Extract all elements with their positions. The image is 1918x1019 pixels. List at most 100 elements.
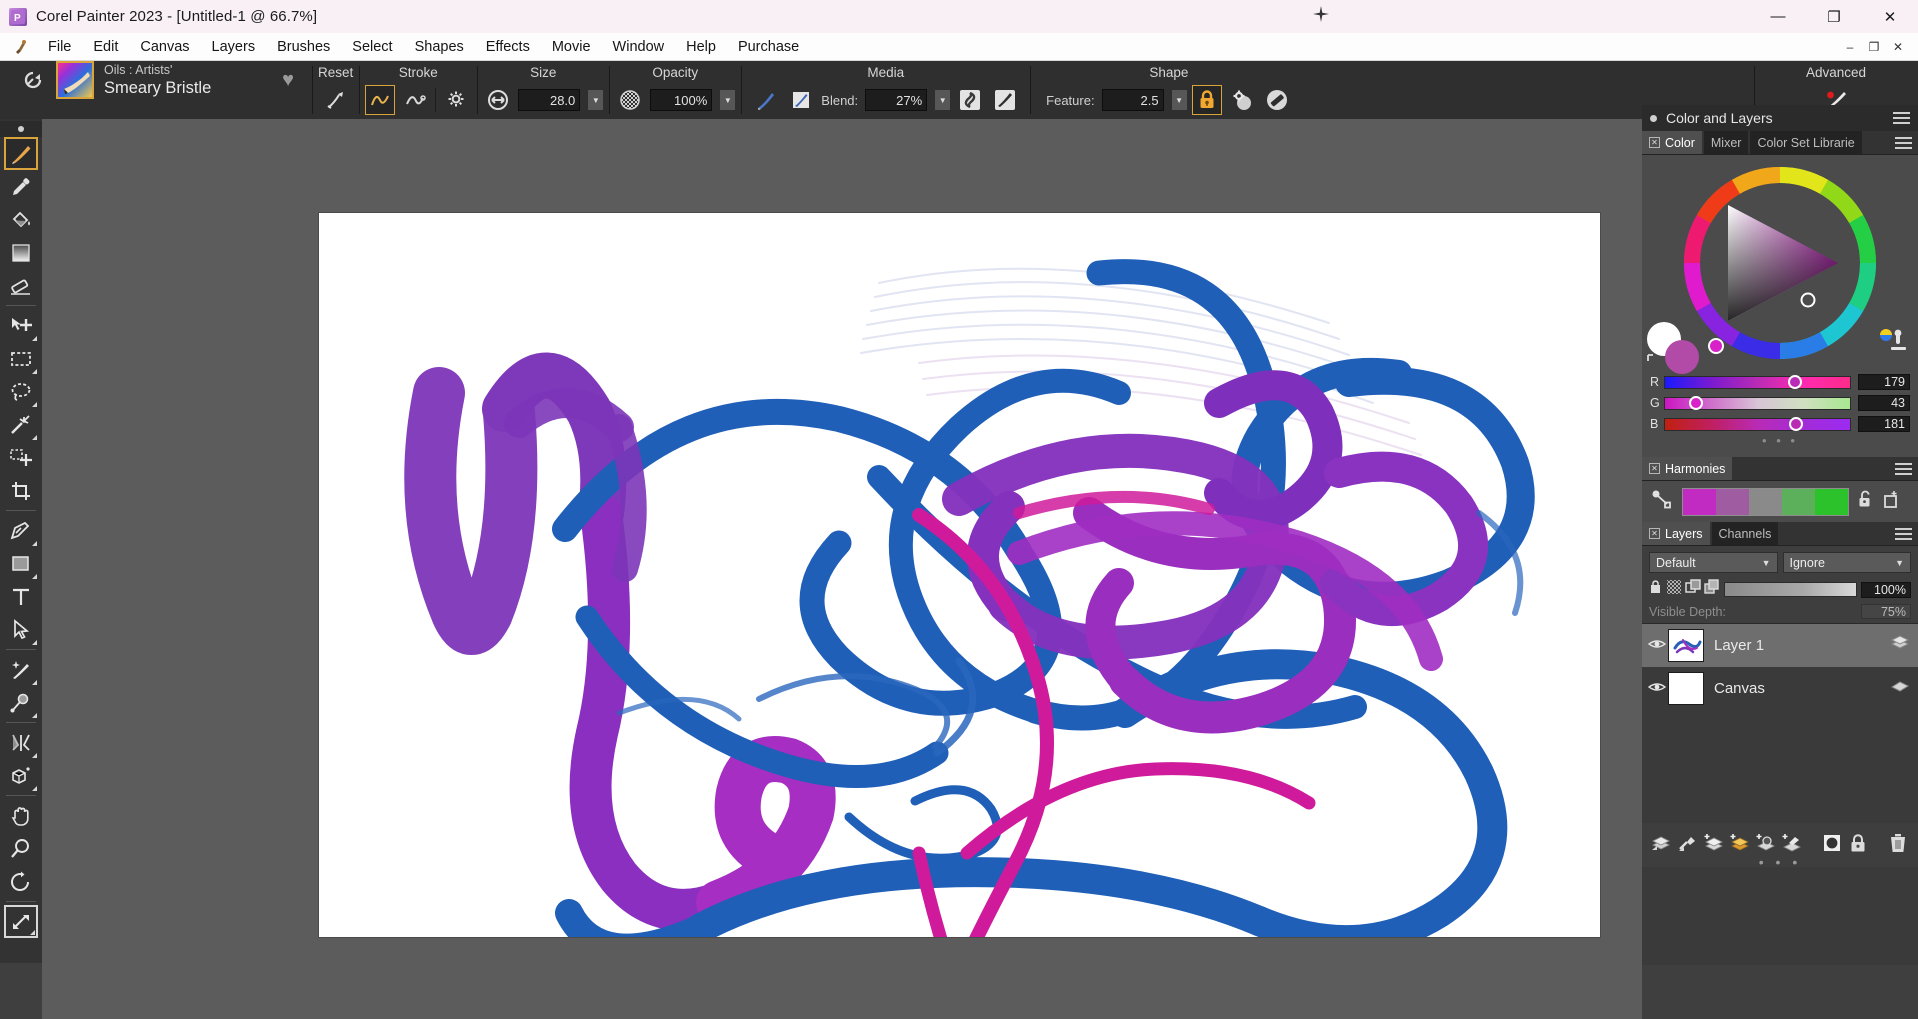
- straight-line-stroke-icon[interactable]: [400, 85, 430, 115]
- clone-source-tool[interactable]: [4, 686, 38, 719]
- menu-help[interactable]: Help: [675, 36, 727, 58]
- workspace[interactable]: [42, 119, 1642, 1019]
- checkbox-x-icon[interactable]: ✕: [1649, 137, 1660, 148]
- rgb-value-b[interactable]: 181: [1858, 416, 1910, 432]
- resaturation-brush-icon[interactable]: [751, 85, 781, 115]
- eraser-icon[interactable]: [1262, 85, 1292, 115]
- new-dynamic-layer-icon[interactable]: [1780, 831, 1804, 855]
- close-button[interactable]: ✕: [1862, 0, 1918, 33]
- lock-transparency-icon[interactable]: [1649, 579, 1663, 600]
- layers-panel-resize-dots[interactable]: • • •: [1642, 857, 1918, 867]
- tab-layers[interactable]: ✕ Layers: [1642, 522, 1710, 545]
- document-close-button[interactable]: ✕: [1886, 37, 1910, 57]
- size-dropdown-chevron-down-icon[interactable]: ▼: [588, 90, 603, 110]
- unlock-icon[interactable]: [1857, 489, 1873, 514]
- tab-color[interactable]: ✕ Color: [1642, 131, 1702, 154]
- text-tool[interactable]: [4, 580, 38, 613]
- flyout-triangle-icon[interactable]: [32, 369, 37, 374]
- cloner-tool[interactable]: [4, 653, 38, 686]
- harmony-swatches[interactable]: [1682, 488, 1849, 516]
- flyout-triangle-icon[interactable]: [32, 713, 37, 718]
- reset-brush-icon[interactable]: [321, 85, 351, 115]
- tab-channels[interactable]: Channels: [1712, 522, 1779, 545]
- tab-mixer[interactable]: Mixer: [1704, 131, 1749, 154]
- flyout-triangle-icon[interactable]: [32, 680, 37, 685]
- menu-movie[interactable]: Movie: [541, 36, 602, 58]
- brush-preview-swatch-icon[interactable]: [56, 61, 94, 99]
- brush-selector[interactable]: Oils : Artists' Smeary Bristle ♥: [6, 61, 306, 99]
- feature-input[interactable]: 2.5: [1102, 89, 1164, 111]
- jitter-swirl-icon[interactable]: [955, 85, 985, 115]
- table-row[interactable]: Canvas: [1642, 667, 1918, 710]
- harmony-swatch-2[interactable]: [1716, 489, 1749, 515]
- tab-harmonies[interactable]: ✕ Harmonies: [1642, 457, 1732, 480]
- flyout-triangle-icon[interactable]: [32, 786, 37, 791]
- checkbox-x-icon[interactable]: ✕: [1649, 463, 1660, 474]
- new-liquid-ink-layer-icon[interactable]: [1754, 831, 1778, 855]
- size-input[interactable]: 28.0: [518, 89, 580, 111]
- eye-icon[interactable]: [1646, 638, 1668, 653]
- menu-edit[interactable]: Edit: [82, 36, 129, 58]
- add-swatch-icon[interactable]: [1881, 489, 1901, 514]
- menu-layers[interactable]: Layers: [201, 36, 267, 58]
- freehand-stroke-icon[interactable]: [365, 85, 395, 115]
- panel-drag-handle-icon[interactable]: [0, 121, 42, 137]
- harmony-swatch-4[interactable]: [1782, 489, 1815, 515]
- menu-effects[interactable]: Effects: [475, 36, 541, 58]
- magnifier-tool[interactable]: [4, 832, 38, 865]
- flyout-triangle-icon[interactable]: [32, 753, 37, 758]
- checkbox-x-icon[interactable]: ✕: [1649, 528, 1660, 539]
- layer-adjuster-tool[interactable]: [4, 309, 38, 342]
- menu-select[interactable]: Select: [341, 36, 403, 58]
- dropper-tool[interactable]: [4, 170, 38, 203]
- minimize-button[interactable]: —: [1750, 0, 1806, 33]
- menu-file[interactable]: File: [37, 36, 82, 58]
- heart-icon[interactable]: ♥: [282, 69, 294, 92]
- paint-bucket-tool[interactable]: [4, 203, 38, 236]
- rgb-knob-g[interactable]: [1689, 396, 1703, 410]
- color-panel-resize-dots[interactable]: • • •: [1650, 436, 1910, 447]
- composite-depth-select[interactable]: Ignore ▼: [1783, 552, 1912, 573]
- rectangular-shape-tool[interactable]: [4, 547, 38, 580]
- flyout-triangle-icon[interactable]: [32, 402, 37, 407]
- eraser-tool[interactable]: [4, 269, 38, 302]
- harmony-swatch-1[interactable]: [1683, 489, 1716, 515]
- pick-up-underlying-color-icon[interactable]: [1685, 579, 1701, 600]
- layer-opacity-value[interactable]: 100%: [1861, 582, 1911, 598]
- blend-input[interactable]: 27%: [865, 89, 927, 111]
- shape-selection-tool[interactable]: [4, 613, 38, 646]
- composite-method-select[interactable]: Default ▼: [1649, 552, 1778, 573]
- selection-adjuster-tool[interactable]: [4, 441, 38, 474]
- grabber-hand-tool[interactable]: [4, 799, 38, 832]
- feature-dropdown-chevron-down-icon[interactable]: ▼: [1172, 90, 1187, 110]
- gradient-tool[interactable]: [4, 236, 38, 269]
- delete-layer-icon[interactable]: [1886, 831, 1910, 855]
- tab-color-set-libraries[interactable]: Color Set Librarie: [1750, 131, 1861, 154]
- sparkle-icon[interactable]: [1312, 5, 1330, 28]
- color-panel-menu-hamburger-menu-icon[interactable]: [1895, 137, 1912, 149]
- dynamic-plugins-icon[interactable]: [1676, 831, 1700, 855]
- lock-layer-icon[interactable]: [1846, 831, 1870, 855]
- harmony-line-node-icon[interactable]: [1650, 487, 1674, 516]
- layer-commands-icon[interactable]: [1650, 831, 1674, 855]
- menu-purchase[interactable]: Purchase: [727, 36, 810, 58]
- layer-name[interactable]: Layer 1: [1714, 637, 1890, 654]
- gear-icon[interactable]: [441, 85, 471, 115]
- lasso-tool[interactable]: [4, 375, 38, 408]
- harmony-swatch-3[interactable]: [1749, 489, 1782, 515]
- brush-reset-circular-arrow-icon[interactable]: [20, 67, 46, 93]
- menu-window[interactable]: Window: [602, 36, 676, 58]
- new-watercolor-layer-icon[interactable]: [1728, 831, 1752, 855]
- brush-tool[interactable]: [4, 137, 38, 170]
- flyout-triangle-icon[interactable]: [32, 574, 37, 579]
- flyout-triangle-icon[interactable]: [30, 930, 35, 935]
- transform-tool[interactable]: [4, 905, 38, 938]
- lock-icon[interactable]: [1192, 85, 1222, 115]
- gear-sphere-icon[interactable]: [1227, 85, 1257, 115]
- flyout-triangle-icon[interactable]: [32, 541, 37, 546]
- menu-brushes[interactable]: Brushes: [266, 36, 341, 58]
- layer-copy-icon[interactable]: [1704, 579, 1720, 600]
- panel-title-bar[interactable]: Color and Layers: [1642, 105, 1918, 131]
- bleed-brush-icon[interactable]: [786, 85, 816, 115]
- layer-name[interactable]: Canvas: [1714, 680, 1890, 697]
